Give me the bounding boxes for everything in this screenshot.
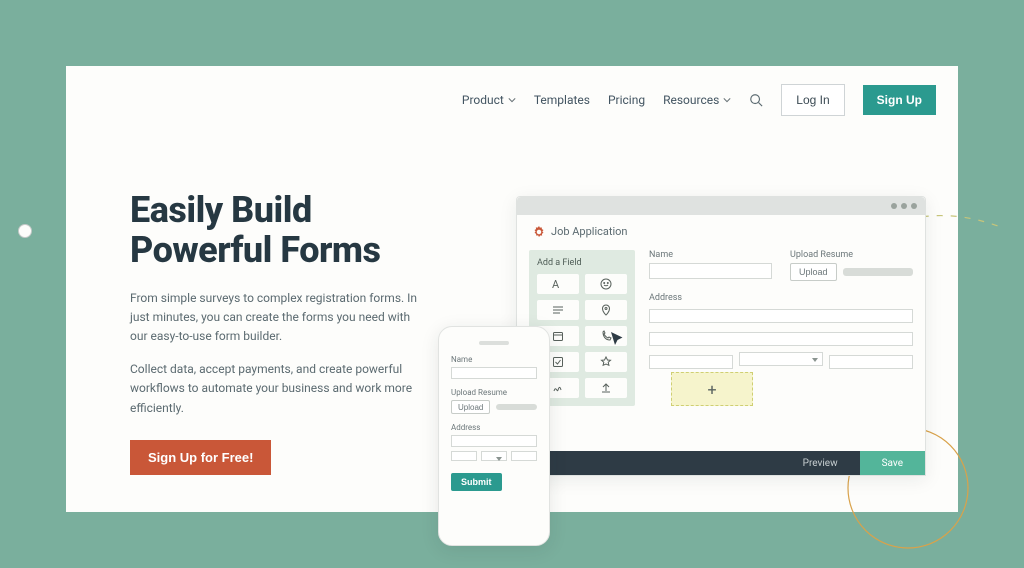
builder-illustration: Job Application Add a Field A	[486, 196, 1006, 516]
m-address-zip-input[interactable]	[511, 451, 537, 461]
field-label-upload: Upload Resume	[790, 250, 913, 260]
m-upload-button[interactable]: Upload	[451, 400, 490, 414]
plus-icon: +	[707, 380, 716, 399]
top-nav: Product Templates Pricing Resources Log …	[462, 84, 936, 116]
window-titlebar	[517, 197, 925, 215]
phone-notch	[479, 341, 509, 345]
palette-radio-field[interactable]	[585, 274, 627, 294]
hero-headline-line1: Easily Build	[130, 189, 312, 231]
signup-free-button[interactable]: Sign Up for Free!	[130, 440, 271, 475]
m-address-line1-input[interactable]	[451, 435, 537, 447]
signature-icon	[552, 382, 564, 394]
address-line1-input[interactable]	[649, 309, 913, 323]
location-pin-icon	[600, 304, 612, 316]
login-button[interactable]: Log In	[781, 84, 844, 116]
window-dot-icon	[911, 203, 917, 209]
star-icon	[600, 356, 612, 368]
m-address-city-input[interactable]	[451, 451, 477, 461]
upload-filename-placeholder	[843, 268, 913, 276]
builder-doc-title: Job Application	[517, 215, 925, 244]
m-submit-button[interactable]: Submit	[451, 473, 502, 491]
palette-rating-field[interactable]	[585, 352, 627, 372]
signup-button[interactable]: Sign Up	[863, 85, 936, 115]
m-upload-filename-placeholder	[496, 404, 537, 410]
palette-title: Add a Field	[537, 258, 627, 268]
builder-doc-title-text: Job Application	[551, 225, 628, 238]
m-field-label-name: Name	[451, 355, 537, 364]
m-address-state-select[interactable]	[481, 451, 507, 461]
address-line2-input[interactable]	[649, 332, 913, 346]
preview-button[interactable]: Preview	[781, 451, 860, 475]
gear-icon	[533, 226, 545, 238]
address-state-select[interactable]	[739, 352, 823, 366]
nav-resources[interactable]: Resources	[663, 93, 731, 107]
builder-canvas: Add a Field A	[517, 244, 925, 464]
nav-templates[interactable]: Templates	[534, 93, 590, 107]
chevron-down-icon	[508, 96, 516, 104]
address-city-input[interactable]	[649, 355, 733, 369]
window-dot-icon	[901, 203, 907, 209]
mobile-preview: Name Upload Resume Upload Address Submit	[438, 326, 550, 546]
upload-icon	[600, 382, 612, 394]
smile-icon	[600, 278, 612, 290]
decorative-ring-left	[18, 224, 32, 238]
nav-pricing-label: Pricing	[608, 93, 645, 107]
upload-button[interactable]: Upload	[790, 263, 837, 281]
field-label-address: Address	[649, 293, 913, 303]
palette-upload-field[interactable]	[585, 378, 627, 398]
builder-window: Job Application Add a Field A	[516, 196, 926, 476]
palette-location-field[interactable]	[585, 300, 627, 320]
palette-paragraph-field[interactable]	[537, 300, 579, 320]
palette-text-field[interactable]: A	[537, 274, 579, 294]
nav-resources-label: Resources	[663, 93, 719, 107]
text-icon: A	[552, 278, 564, 290]
lines-icon	[552, 304, 564, 316]
landing-page: Product Templates Pricing Resources Log …	[66, 66, 958, 512]
save-button[interactable]: Save	[860, 451, 925, 475]
address-zip-input[interactable]	[829, 355, 913, 369]
checkbox-icon	[552, 356, 564, 368]
nav-product[interactable]: Product	[462, 93, 516, 107]
nav-templates-label: Templates	[534, 93, 590, 107]
calendar-icon	[552, 330, 564, 342]
window-dot-icon	[891, 203, 897, 209]
add-field-dropzone[interactable]: +	[671, 372, 753, 406]
m-field-label-address: Address	[451, 423, 537, 432]
nav-product-label: Product	[462, 93, 504, 107]
cursor-icon	[609, 330, 627, 348]
hero-headline-line2: Powerful Forms	[130, 229, 380, 271]
builder-footer: Preview Save	[517, 451, 925, 475]
hero-paragraph-2: Collect data, accept payments, and creat…	[130, 360, 430, 418]
chevron-down-icon	[723, 96, 731, 104]
hero-headline: Easily Build Powerful Forms	[130, 190, 430, 271]
form-canvas-fields: Name Upload Resume Upload Address	[649, 250, 913, 369]
nav-pricing[interactable]: Pricing	[608, 93, 645, 107]
m-name-input[interactable]	[451, 367, 537, 379]
name-input[interactable]	[649, 263, 772, 279]
hero-paragraph-1: From simple surveys to complex registrat…	[130, 289, 430, 347]
search-icon[interactable]	[749, 93, 763, 107]
field-label-name: Name	[649, 250, 772, 260]
m-field-label-upload: Upload Resume	[451, 388, 537, 397]
hero-section: Easily Build Powerful Forms From simple …	[130, 190, 430, 475]
